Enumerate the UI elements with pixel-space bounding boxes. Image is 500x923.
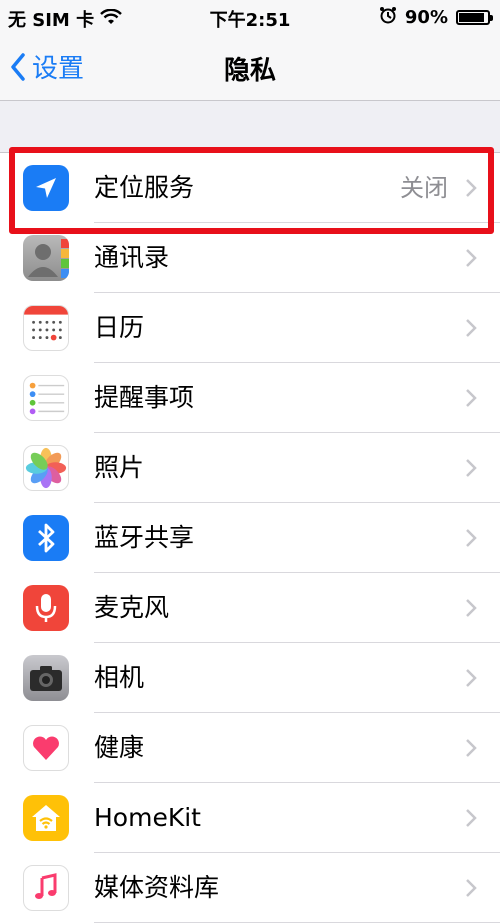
row-label: 通讯录 — [94, 243, 170, 272]
chevron-right-icon — [466, 669, 477, 687]
chevron-right-icon — [466, 879, 477, 897]
row-label: 定位服务 — [94, 173, 195, 202]
alarm-icon — [379, 6, 397, 29]
page-title: 隐私 — [223, 56, 276, 86]
chevron-right-icon — [466, 179, 477, 197]
row-label: 媒体资料库 — [94, 873, 220, 902]
microphone-icon — [23, 585, 69, 631]
chevron-right-icon — [466, 599, 477, 617]
privacy-list: 定位服务 关闭 通讯录 日历 提醒事项 照片 蓝牙共享 麦克风 相机 健康 Ho… — [0, 152, 500, 923]
chevron-right-icon — [466, 389, 477, 407]
health-heart-icon — [23, 725, 69, 771]
navigation-bar: 设置 隐私 — [0, 34, 500, 101]
chevron-right-icon — [466, 249, 477, 267]
row-bluetooth-sharing[interactable]: 蓝牙共享 — [0, 503, 500, 573]
row-label: 健康 — [94, 733, 145, 762]
reminders-icon — [23, 375, 69, 421]
music-icon — [23, 865, 69, 911]
status-bar: 无 SIM 卡 下午2:51 90% — [0, 0, 500, 34]
chevron-right-icon — [466, 319, 477, 337]
row-value: 关闭 — [400, 174, 448, 202]
battery-icon — [456, 10, 493, 25]
chevron-right-icon — [466, 529, 477, 547]
row-calendar[interactable]: 日历 — [0, 293, 500, 363]
row-camera[interactable]: 相机 — [0, 643, 500, 713]
chevron-right-icon — [466, 459, 477, 477]
row-label: 提醒事项 — [94, 383, 195, 412]
row-label: 日历 — [94, 313, 145, 342]
homekit-icon — [23, 795, 69, 841]
photos-icon — [23, 445, 69, 491]
row-label: 相机 — [94, 663, 145, 692]
calendar-icon — [23, 305, 69, 351]
location-arrow-icon — [23, 165, 69, 211]
row-label: HomeKit — [94, 803, 201, 832]
row-media-library[interactable]: 媒体资料库 — [0, 853, 500, 923]
row-contacts[interactable]: 通讯录 — [0, 223, 500, 293]
chevron-right-icon — [466, 739, 477, 757]
row-reminders[interactable]: 提醒事项 — [0, 363, 500, 433]
row-homekit[interactable]: HomeKit — [0, 783, 500, 853]
row-label: 蓝牙共享 — [94, 523, 195, 552]
bluetooth-icon — [23, 515, 69, 561]
row-microphone[interactable]: 麦克风 — [0, 573, 500, 643]
contacts-icon — [23, 235, 69, 281]
status-right: 90% — [379, 6, 493, 29]
row-label: 照片 — [94, 453, 145, 482]
row-location-services[interactable]: 定位服务 关闭 — [0, 153, 500, 223]
row-label: 麦克风 — [94, 593, 170, 622]
camera-icon — [23, 655, 69, 701]
chevron-right-icon — [466, 809, 477, 827]
row-health[interactable]: 健康 — [0, 713, 500, 783]
row-photos[interactable]: 照片 — [0, 433, 500, 503]
battery-percent: 90% — [404, 7, 448, 28]
